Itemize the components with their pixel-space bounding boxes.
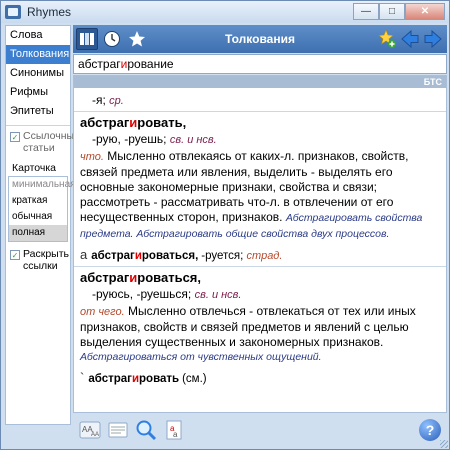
maximize-button[interactable]: □ [379, 3, 405, 20]
entry-forms: -рую, -руешь; св. и нсв. [80, 132, 440, 146]
sidebar: Слова Толкования Синонимы Рифмы Эпитеты … [5, 25, 80, 425]
zoom-icon[interactable] [135, 419, 157, 441]
expand-links-option[interactable]: ✓ Раскрыть ссылки [6, 248, 70, 272]
cross-reference[interactable]: ` абстрагировать (см.) [80, 370, 440, 385]
derived-forms: -руется; [201, 250, 244, 262]
toolbar: Толкования [73, 25, 447, 53]
search-input[interactable]: абстрагирование [73, 54, 447, 74]
reference-headword[interactable]: абстрагировать [88, 373, 179, 385]
source-label: БТС [74, 76, 446, 88]
usage-label: от чего. [80, 306, 125, 318]
forms-text: -я; [92, 93, 106, 107]
resize-grip[interactable] [440, 440, 448, 448]
bottom-toolbar: AA AA aa ? [73, 415, 447, 445]
font-size-icon[interactable]: AA AA [79, 419, 101, 441]
ref-articles-checkbox[interactable]: ✓ [10, 132, 20, 142]
card-options-list: минимальная краткая обычная полная [8, 176, 76, 242]
grammar-label: св. и нсв. [169, 134, 217, 146]
derived-form: a абстрагироваться, -руется; страд. [80, 247, 440, 262]
forward-arrow-icon[interactable] [423, 28, 443, 50]
search-text-part: рование [127, 57, 174, 71]
svg-text:AA: AA [91, 432, 99, 438]
forms-text: -руюсь, -руешься; [92, 287, 192, 301]
expand-links-label: Раскрыть ссылки [23, 248, 70, 272]
entry-abstragirovat: абстрагировать, -рую, -руешь; св. и нсв.… [74, 112, 446, 267]
spell-check-icon[interactable]: aa [163, 419, 185, 441]
definition-text: Мысленно отвлечься - отвлекаться от тех … [80, 304, 416, 349]
derived-headword: абстрагироваться, [91, 250, 199, 262]
card-option-minimal[interactable]: минимальная [9, 177, 76, 193]
search-text-part: абстраг [78, 57, 121, 71]
reference-note: (см.) [182, 373, 207, 385]
history-clock-icon[interactable] [101, 28, 123, 50]
dictionary-icon[interactable] [76, 28, 98, 50]
title-bar: Rhymes — □ ✕ [1, 1, 449, 23]
grammar-label: св. и нсв. [194, 289, 242, 301]
expand-links-checkbox[interactable]: ✓ [10, 250, 20, 260]
usage-label: что. [80, 151, 104, 163]
entry-definition: от чего. Мысленно отвлечься - отвлекатьс… [80, 304, 440, 365]
toolbar-right [377, 28, 443, 50]
help-icon[interactable]: ? [419, 419, 441, 441]
entry-top-fragment: -я; ср. [74, 88, 446, 112]
card-option-short[interactable]: краткая [9, 193, 67, 209]
add-favorite-icon[interactable] [377, 28, 397, 50]
app-window: Rhymes — □ ✕ Слова Толкования Синонимы Р… [0, 0, 450, 450]
sidebar-item-synonyms[interactable]: Синонимы [6, 64, 70, 83]
sidebar-item-words[interactable]: Слова [6, 26, 70, 45]
card-label: Карточка [12, 162, 56, 174]
forms-text: -рую, -руешь; [92, 132, 167, 146]
sidebar-item-definitions[interactable]: Толкования [6, 45, 70, 64]
card-view-icon[interactable] [107, 419, 129, 441]
window-controls: — □ ✕ [353, 3, 445, 20]
derived-marker: a [80, 247, 88, 262]
grammar-label: ср. [109, 95, 124, 107]
entry-headword: абстрагировать, [80, 115, 187, 130]
close-button[interactable]: ✕ [405, 3, 445, 20]
card-option-full[interactable]: полная [9, 225, 67, 241]
sidebar-divider [6, 125, 70, 126]
sidebar-item-rhymes[interactable]: Рифмы [6, 83, 70, 102]
ref-articles-label: Ссылочные статьи [23, 130, 80, 154]
entry-forms: -руюсь, -руешься; св. и нсв. [80, 287, 440, 301]
sidebar-item-epithets[interactable]: Эпитеты [6, 102, 70, 121]
ref-articles-option[interactable]: ✓ Ссылочные статьи [6, 130, 80, 154]
derived-grammar: страд. [246, 250, 283, 262]
examples-text: Абстрагироваться от чувственных ощущений… [80, 351, 322, 363]
window-title: Rhymes [27, 5, 72, 19]
svg-text:a: a [173, 430, 178, 439]
entry-definition: что. Мысленно отвлекаясь от каких-л. при… [80, 149, 440, 242]
back-arrow-icon[interactable] [400, 28, 420, 50]
reference-marker: ` [80, 370, 85, 385]
entry-abstragirovatsya: абстрагироваться, -руюсь, -руешься; св. … [74, 267, 446, 389]
entry-headword: абстрагироваться, [80, 270, 201, 285]
definition-panel[interactable]: БТС -я; ср. абстрагировать, -рую, -руешь… [73, 75, 447, 413]
app-icon [5, 5, 21, 19]
minimize-button[interactable]: — [353, 3, 379, 20]
favorites-star-icon[interactable] [126, 28, 148, 50]
entry-forms: -я; ср. [80, 93, 440, 107]
card-option-normal[interactable]: обычная [9, 209, 67, 225]
